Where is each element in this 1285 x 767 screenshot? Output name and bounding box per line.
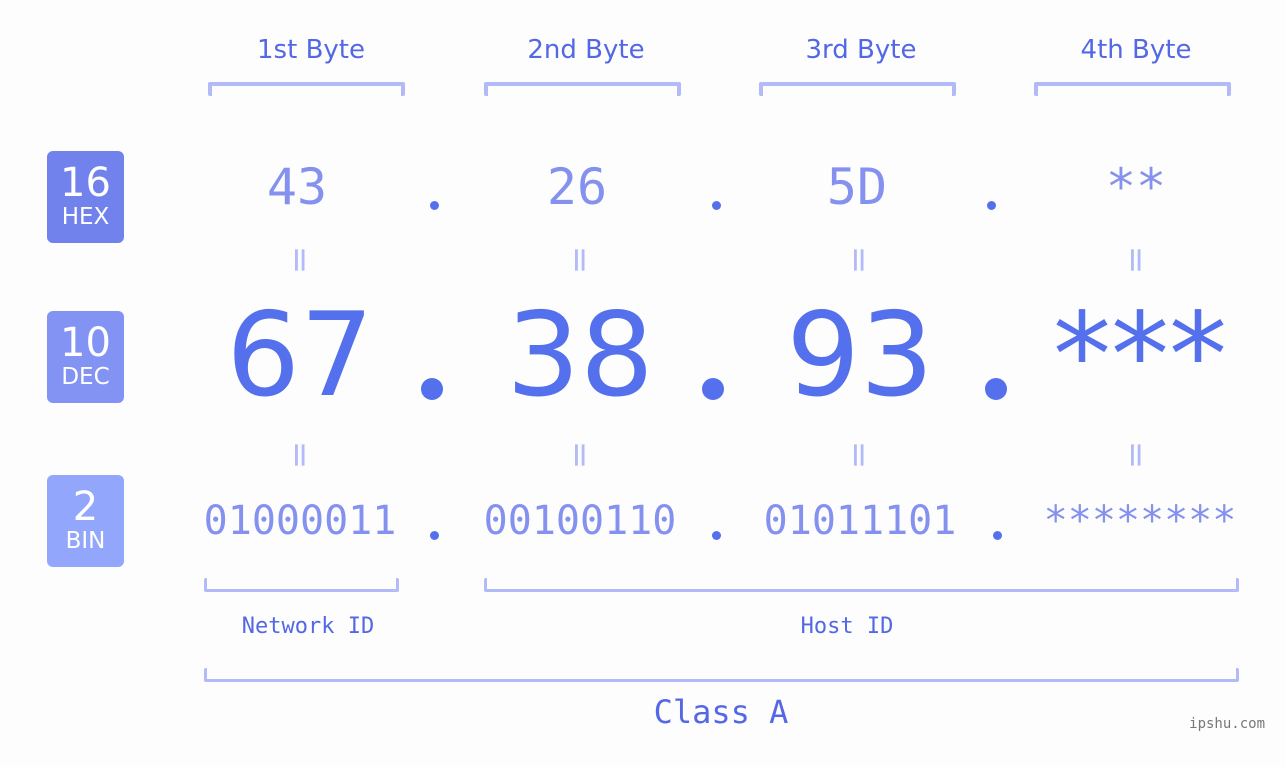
- host-id-label: Host ID: [800, 614, 894, 639]
- hex-byte-2: 26: [546, 158, 608, 216]
- dec-byte-4: ***: [1053, 288, 1227, 423]
- bin-badge-number: 2: [72, 484, 99, 530]
- equals-dec-bin-2: =: [560, 440, 600, 470]
- watermark: ipshu.com: [1189, 716, 1265, 732]
- hex-badge-label: HEX: [61, 204, 110, 230]
- bin-separator-dot-2: [712, 531, 721, 540]
- class-bracket: [204, 668, 1239, 682]
- hex-badge-number: 16: [60, 160, 111, 206]
- byte-header-3: 3rd Byte: [805, 35, 917, 65]
- dec-separator-dot-2: [702, 378, 724, 400]
- equals-hex-dec-3: =: [839, 245, 879, 275]
- byte-bracket-1: [208, 82, 405, 96]
- host-id-bracket: [484, 578, 1239, 592]
- byte-bracket-4: [1034, 82, 1231, 96]
- hex-byte-4: **: [1105, 158, 1167, 216]
- equals-dec-bin-4: =: [1116, 440, 1156, 470]
- bin-separator-dot-1: [430, 531, 439, 540]
- equals-hex-dec-1: =: [280, 245, 320, 275]
- network-id-label: Network ID: [241, 614, 375, 639]
- bin-byte-3: 01011101: [763, 498, 957, 544]
- hex-byte-3: 5D: [826, 158, 888, 216]
- equals-dec-bin-3: =: [839, 440, 879, 470]
- bin-separator-dot-3: [993, 531, 1002, 540]
- bin-badge-label: BIN: [65, 528, 106, 554]
- bin-byte-1: 01000011: [203, 498, 397, 544]
- bin-byte-4: ********: [1043, 498, 1237, 544]
- class-label: Class A: [653, 693, 789, 731]
- hex-byte-1: 43: [266, 158, 328, 216]
- equals-hex-dec-2: =: [560, 245, 600, 275]
- dec-byte-3: 93: [786, 288, 934, 423]
- byte-header-2: 2nd Byte: [527, 35, 645, 65]
- dec-separator-dot-3: [985, 378, 1007, 400]
- bin-byte-2: 00100110: [483, 498, 677, 544]
- dec-byte-1: 67: [226, 288, 374, 423]
- bin-badge: 2 BIN: [47, 475, 124, 567]
- dec-separator-dot-1: [421, 378, 443, 400]
- equals-hex-dec-4: =: [1116, 245, 1156, 275]
- byte-header-4: 4th Byte: [1080, 35, 1192, 65]
- dec-badge: 10 DEC: [47, 311, 124, 403]
- hex-badge: 16 HEX: [47, 151, 124, 243]
- byte-bracket-2: [484, 82, 681, 96]
- hex-separator-dot-3: [987, 201, 996, 210]
- equals-dec-bin-1: =: [280, 440, 320, 470]
- hex-separator-dot-1: [430, 201, 439, 210]
- dec-badge-number: 10: [60, 320, 111, 366]
- dec-byte-2: 38: [506, 288, 654, 423]
- network-id-bracket: [204, 578, 399, 592]
- byte-header-1: 1st Byte: [257, 35, 365, 65]
- dec-badge-label: DEC: [61, 364, 110, 390]
- byte-bracket-3: [759, 82, 956, 96]
- hex-separator-dot-2: [712, 201, 721, 210]
